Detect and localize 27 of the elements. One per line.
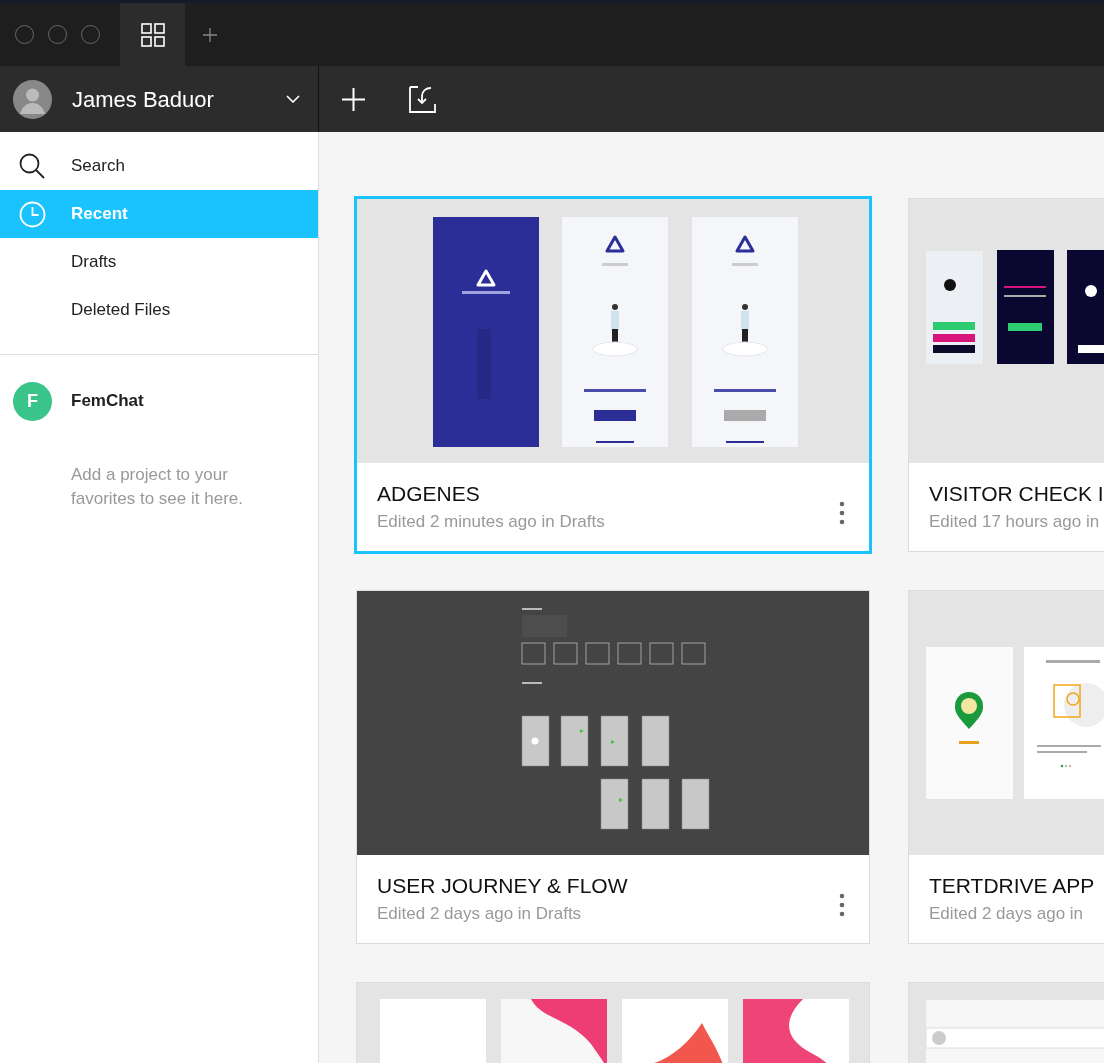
- file-edited-info: Edited 17 hours ago in: [929, 511, 1101, 533]
- file-edited-info: Edited 2 minutes ago in Drafts: [377, 511, 606, 533]
- project-initial-avatar: F: [13, 381, 52, 421]
- home-tab[interactable]: [120, 3, 185, 66]
- new-tab-icon[interactable]: [202, 26, 218, 43]
- file-edited-info: Edited 2 days ago in: [929, 903, 1085, 925]
- file-card[interactable]: VISITOR CHECK I Edited 17 hours ago in: [908, 198, 1104, 552]
- file-card[interactable]: TERTDRIVE APP Edited 2 days ago in: [908, 590, 1104, 944]
- import-icon[interactable]: [409, 85, 436, 113]
- more-icon[interactable]: [839, 892, 845, 917]
- file-title: USER JOURNEY & FLOW: [377, 873, 629, 899]
- file-title: TERTDRIVE APP: [929, 873, 1096, 899]
- clock-icon: [19, 200, 46, 228]
- favorite-project[interactable]: FemChat: [71, 388, 144, 414]
- file-card[interactable]: ADGENES Edited 2 minutes ago in Drafts: [356, 198, 870, 552]
- search-icon: [19, 153, 45, 179]
- file-title: ADGENES: [377, 481, 481, 507]
- favorites-hint: Add a project to your favorites to see it here.: [70, 464, 244, 510]
- file-card[interactable]: USER JOURNEY & FLOW Edited 2 days ago in Drafts: [356, 590, 870, 944]
- grid-icon: [140, 22, 165, 47]
- chevron-down-icon: [286, 95, 300, 103]
- more-icon[interactable]: [839, 500, 845, 525]
- file-title: VISITOR CHECK I: [929, 481, 1104, 507]
- add-icon[interactable]: [342, 87, 365, 111]
- file-edited-info: Edited 2 days ago in Drafts: [377, 903, 583, 925]
- avatar-icon: [13, 79, 52, 119]
- user-name: James Baduor: [72, 85, 215, 114]
